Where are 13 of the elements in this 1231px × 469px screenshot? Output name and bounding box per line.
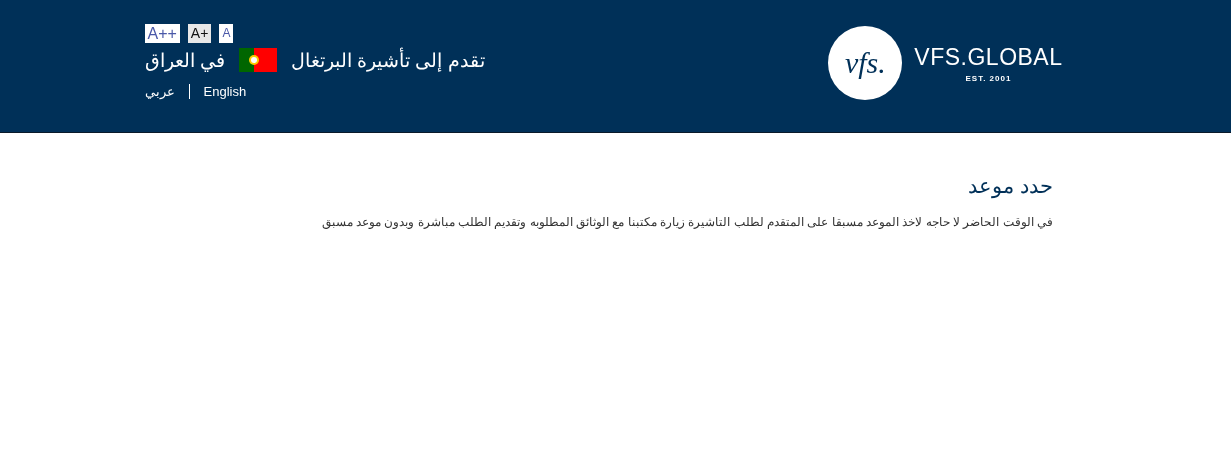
page-title: تقدم إلى تأشيرة البرتغال — [290, 48, 485, 72]
page-heading: حدد موعد — [967, 174, 1053, 198]
font-size-button[interactable]: A+ — [187, 24, 212, 43]
country-name: في العراق — [144, 48, 225, 72]
font-size-button[interactable]: A — [219, 24, 234, 43]
language-link[interactable]: عربي — [144, 84, 189, 99]
logo-mark: vfs. — [828, 26, 903, 100]
language-link[interactable]: English — [188, 84, 261, 99]
brand-name: VFS.GLOBAL — [914, 43, 1063, 71]
notice-text: في الوقت الحاضر لا حاجه لاخذ الموعد مسبقا على المتقدم لطلب التاشيرة زيارة مكتبنا مع الوثائق المطلوبه وتقديم الطلب مباشرة وبدون موعد مسبق — [320, 215, 1053, 229]
flag-icon — [238, 48, 277, 72]
brand-tagline: EST. 2001 — [965, 73, 1012, 83]
font-size-button[interactable]: A++ — [144, 24, 180, 43]
